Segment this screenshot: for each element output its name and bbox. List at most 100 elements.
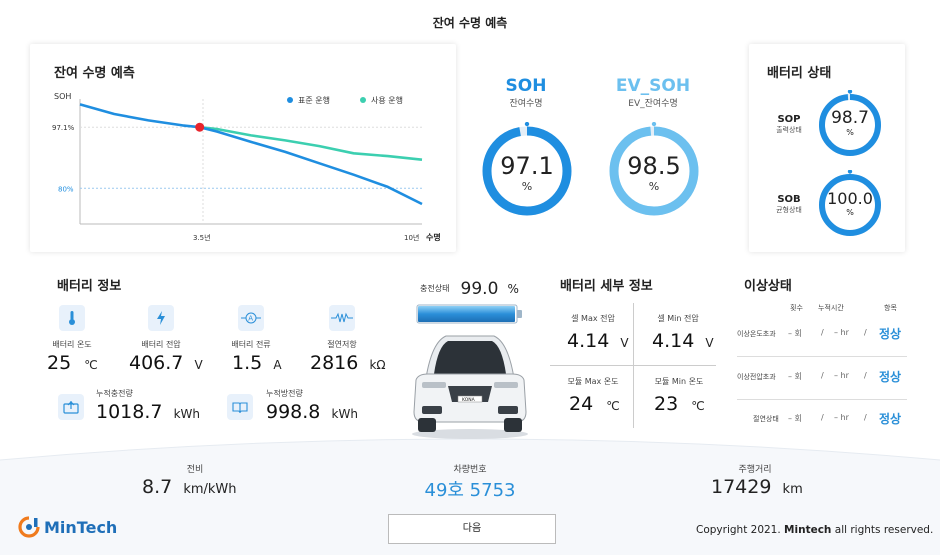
battery-status-card: 배터리 상태 SOP 출력상태 98.7 % SOB 균형상태 100.0 % (749, 44, 905, 252)
soh-subtitle: 잔여수명 (509, 99, 543, 109)
anomaly-row-time: – hr (834, 413, 849, 422)
battery-detail-title: 배터리 세부 정보 (560, 279, 653, 294)
anomaly-row-time: – hr (834, 371, 849, 380)
cell-min-voltage-value: 4.14 (652, 330, 695, 352)
detail-divider-horizontal (550, 365, 716, 366)
battery-level-bar (416, 304, 522, 324)
anomaly-row-sep: / (821, 328, 824, 337)
anomaly-row-state: 정상 (879, 412, 902, 426)
mintech-logo: MinTech (18, 516, 117, 538)
module-max-temp-readout: 24 ℃ (569, 393, 620, 415)
page-title: 잔여 수명 예측 (432, 16, 508, 30)
x-axis-label: 수명 (426, 232, 441, 242)
anomaly-row-state: 정상 (879, 327, 902, 341)
sop-value: 98.7 (831, 108, 869, 128)
soh-title: SOH (505, 76, 547, 96)
battery-temp-label: 배터리 온도 (52, 340, 92, 349)
battery-temp-readout: 25 ℃ (47, 352, 98, 374)
anomaly-row-label: 이상온도초과 (737, 330, 776, 338)
cumulative-discharge-value: 998.8 (266, 401, 321, 423)
charge-state-value: 99.0 (460, 278, 499, 299)
battery-current-value: 1.5 (232, 352, 263, 374)
cell-max-voltage-label: 셀 Max 전압 (571, 314, 615, 323)
next-button[interactable]: 다음 (388, 514, 556, 544)
sob-label: SOB (777, 194, 801, 205)
sop-sublabel: 출력상태 (776, 126, 802, 134)
anomaly-row-state: 정상 (879, 370, 902, 384)
distance-value: 17429 (711, 476, 772, 498)
copyright-suffix: all rights reserved. (831, 524, 934, 536)
distance-readout: 17429 km (711, 476, 803, 498)
sob-label-wrap: SOB 균형상태 (759, 194, 819, 215)
anomaly-row-sep: / (864, 413, 867, 422)
anomaly-header-item: 항목 (884, 304, 897, 312)
ev-soh-unit: % (648, 180, 660, 193)
svg-text:A: A (248, 315, 253, 323)
battery-current-unit: A (273, 358, 282, 372)
battery-temp-unit: ℃ (84, 358, 98, 372)
gauge-start-dot (651, 122, 657, 127)
anomaly-row-sep: / (864, 371, 867, 380)
soh-value-wrap: 97.1 % (478, 152, 576, 193)
mintech-logo-text: MinTech (44, 517, 118, 537)
insulation-label: 절연저항 (327, 340, 357, 349)
cumulative-discharge-label: 누적방전량 (266, 389, 303, 398)
cell-min-voltage-readout: 4.14 V (652, 330, 714, 352)
anomaly-row-label: 이상전압초과 (737, 373, 776, 381)
anomaly-row-time: – hr (834, 328, 849, 337)
x-tick-label: 3.5년 (193, 233, 211, 242)
anomaly-row-label: 절연상태 (753, 415, 779, 423)
insulation-value: 2816 (310, 352, 359, 374)
charge-in-icon (58, 394, 84, 420)
anomaly-row-count: – 회 (788, 372, 802, 381)
module-max-temp-unit: ℃ (606, 399, 620, 413)
efficiency-readout: 8.7 km/kWh (142, 476, 237, 498)
cumulative-charge-readout: 1018.7 kWh (96, 401, 200, 423)
ev-soh-gauge: EV_SOH EV_잔여수명 (597, 76, 709, 109)
module-min-temp-unit: ℃ (691, 399, 705, 413)
battery-voltage-unit: V (194, 358, 203, 372)
efficiency-value: 8.7 (142, 476, 173, 498)
gauge-start-dot (524, 122, 530, 127)
battery-temp-value: 25 (47, 352, 72, 374)
x-tick-label: 10년 (404, 233, 419, 242)
insulation-unit: kΩ (369, 358, 386, 372)
anomaly-title: 이상상태 (744, 279, 792, 294)
sob-value: 100.0 (827, 189, 873, 208)
anomaly-row-count: – 회 (788, 329, 802, 338)
module-max-temp-label: 모듈 Max 온도 (567, 377, 619, 386)
sob-sublabel: 균형상태 (776, 206, 802, 214)
battery-voltage-value: 406.7 (129, 352, 184, 374)
anomaly-row-sep: / (864, 328, 867, 337)
anomaly-row-count: – 회 (788, 414, 802, 423)
plate-value: 49호 5753 (424, 480, 516, 501)
resistor-icon (329, 305, 355, 331)
battery-current-readout: 1.5 A (232, 352, 282, 374)
status-card-title: 배터리 상태 (767, 66, 832, 81)
battery-voltage-label: 배터리 전압 (141, 340, 181, 349)
charge-state-unit: % (507, 281, 519, 296)
ev-soh-value: 98.5 (627, 152, 681, 180)
cell-max-voltage-readout: 4.14 V (567, 330, 629, 352)
sop-label-wrap: SOP 출력상태 (759, 114, 819, 135)
cumulative-discharge-unit: kWh (331, 407, 358, 421)
ev-soh-subtitle: EV_잔여수명 (628, 99, 678, 109)
legend-label: 표준 운행 (298, 95, 330, 105)
cumulative-charge-value: 1018.7 (96, 401, 163, 423)
copyright: Copyright 2021. Mintech all rights reser… (696, 524, 933, 536)
legend-marker-standard (287, 97, 293, 103)
module-min-temp-readout: 23 ℃ (654, 393, 705, 415)
life-prediction-chart: SOH 97.1% 80% 3.5년 10년 수명 표준 운행 사용 운행 (52, 92, 441, 242)
copyright-prefix: Copyright 2021. (696, 524, 785, 536)
charge-state: 충전상태 99.0 % (420, 278, 519, 299)
distance-unit: km (782, 482, 803, 497)
soh-gauge: SOH 잔여수명 (470, 76, 582, 109)
module-min-temp-value: 23 (654, 393, 679, 415)
anomaly-row-sep: / (821, 371, 824, 380)
legend-marker-usage (360, 97, 366, 103)
sop-label: SOP (777, 114, 801, 125)
anomaly-header-time: 누적시간 (818, 304, 844, 312)
cumulative-charge-unit: kWh (173, 407, 200, 421)
efficiency-unit: km/kWh (183, 482, 237, 497)
copyright-brand: Mintech (784, 524, 832, 536)
